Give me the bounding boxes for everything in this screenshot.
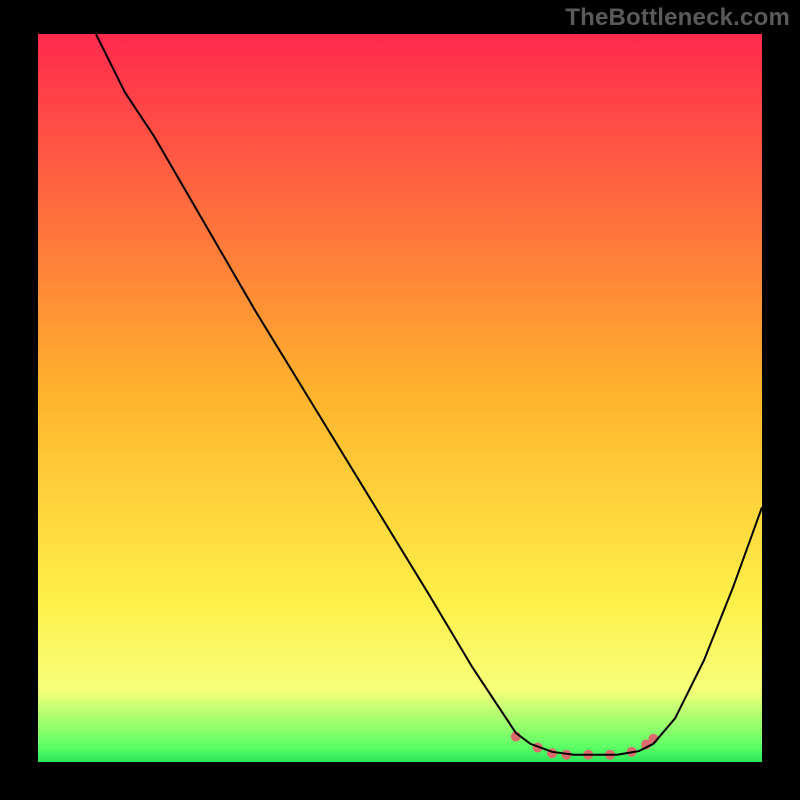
gradient-background	[38, 34, 762, 762]
chart-canvas	[38, 34, 762, 762]
watermark-text: TheBottleneck.com	[565, 4, 790, 32]
